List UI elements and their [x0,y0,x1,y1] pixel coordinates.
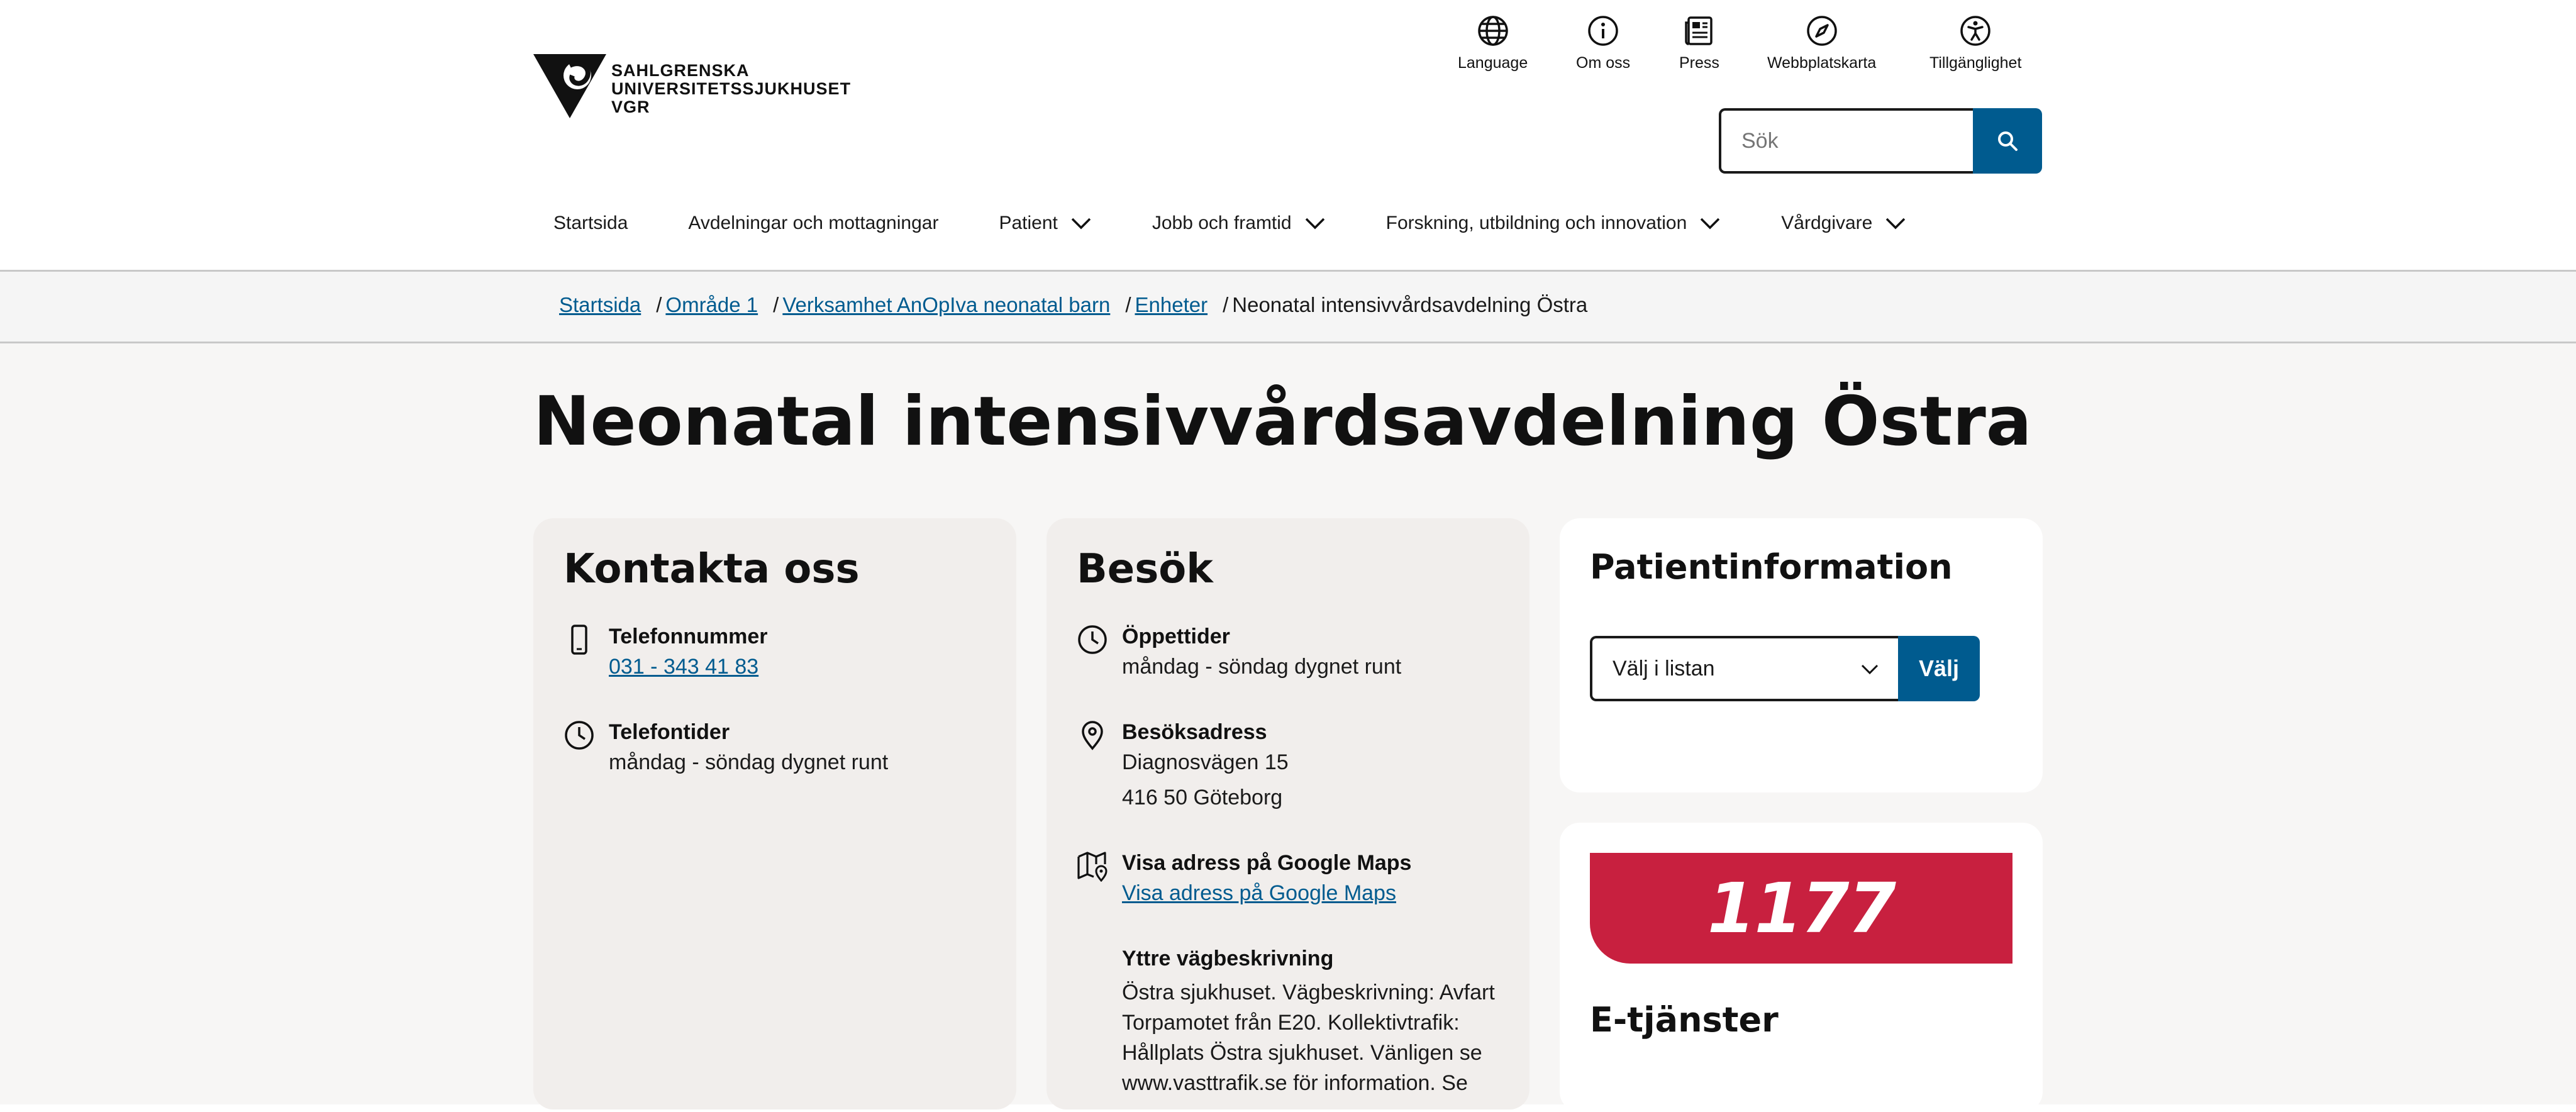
address-line-1: Diagnosvägen 15 [1122,750,1289,774]
clock-icon [1078,625,1107,654]
directions-label: Yttre vägbeskrivning [1122,947,1334,970]
address-info: Besöksadress Diagnosvägen 15 416 50 Göte… [1077,720,1289,815]
nav-item-label: Startsida [553,213,628,233]
phone-info: Telefonnummer 031 - 343 41 83 [564,624,768,684]
breadcrumb-link-enheter[interactable]: Enheter [1135,293,1208,317]
globe-icon [1477,16,1508,46]
address-line-2: 416 50 Göteborg [1122,786,1283,809]
hours-label: Öppettider [1122,625,1230,648]
directions-line-3: Hållplats Östra sjukhuset. Vänligen se [1122,1041,1482,1065]
site-header: SAHLGRENSKA UNIVERSITETSSJUKHUSET VGR La… [0,0,2576,272]
google-maps-link[interactable]: Visa adress på Google Maps [1122,881,1396,905]
patient-info-heading: Patientinformation [1590,547,1953,587]
chevron-down-icon [1305,218,1324,230]
breadcrumb-separator: / [773,293,779,316]
chevron-down-icon [1701,218,1720,230]
valj-button[interactable]: Välj [1898,636,1980,701]
utility-webbplatskarta-label: Webbplatskarta [1767,54,1877,72]
select-value: Välj i listan [1613,656,1715,681]
phone-times-label: Telefontider [609,720,730,744]
nav-item-label: Patient [999,213,1058,233]
search-form [1719,108,2042,174]
hours-value: måndag - söndag dygnet runt [1122,655,1402,679]
utility-press-label: Press [1679,54,1719,72]
compass-icon [1806,16,1837,46]
utility-om-oss[interactable]: Om oss [1576,14,1630,72]
breadcrumb-separator: / [656,293,662,316]
nav-item-startsida[interactable]: Startsida [553,213,628,234]
patient-info-card: Patientinformation Välj i listan Välj [1560,518,2043,792]
search-input[interactable] [1719,108,1973,174]
clock-icon [565,721,594,750]
patient-info-select[interactable]: Välj i listan [1590,636,1898,701]
nav-item-label: Forskning, utbildning och innovation [1385,213,1687,233]
1177-banner[interactable]: 1177 [1590,853,2012,964]
accessibility-icon [1960,16,1990,46]
nav-item-jobb[interactable]: Jobb och framtid [1152,213,1326,234]
nav-item-forskning[interactable]: Forskning, utbildning och innovation [1386,213,1721,234]
phone-link[interactable]: 031 - 343 41 83 [609,655,758,679]
logo-line-1: SAHLGRENSKA [611,61,750,80]
nav-item-avdelningar[interactable]: Avdelningar och mottagningar [688,213,938,234]
logo-mark-icon [533,54,606,118]
hours-info: Öppettider måndag - söndag dygnet runt [1077,624,1401,684]
utility-webbplatskarta[interactable]: Webbplatskarta [1767,14,1876,72]
page-title: Neonatal intensivvårdsavdelning Östra [533,382,2032,461]
nav-item-label: Vårdgivare [1781,213,1873,233]
address-label: Besöksadress [1122,720,1267,744]
breadcrumb-link-verksamhet[interactable]: Verksamhet AnOpIva neonatal barn [782,293,1110,317]
utility-om-oss-label: Om oss [1576,54,1631,72]
directions-line-1: Östra sjukhuset. Vägbeskrivning: Avfart [1122,981,1495,1004]
phone-times-info: Telefontider måndag - söndag dygnet runt [564,720,888,780]
utility-tillganglighet[interactable]: Tillgänglighet [1929,14,2021,72]
chevron-down-icon [1886,218,1906,230]
contact-heading: Kontakta oss [564,546,860,592]
utility-tillganglighet-label: Tillgänglighet [1929,54,2022,72]
search-icon [1998,131,2018,151]
nav-item-vardgivare[interactable]: Vårdgivare [1781,213,1906,234]
utility-press[interactable]: Press [1679,14,1719,72]
mobile-phone-icon [571,625,587,655]
maps-info: Visa adress på Google Maps Visa adress p… [1077,850,1411,911]
breadcrumb-current: Neonatal intensivvårdsavdelning Östra [1232,293,1588,316]
map-icon [1077,852,1108,882]
chevron-down-icon [1071,218,1091,230]
breadcrumb: Startsida / Område 1 / Verksamhet AnOpIv… [0,272,2576,343]
directions-line-4: www.vasttrafik.se för information. Se [1122,1071,1468,1095]
phone-times-value: måndag - söndag dygnet runt [609,750,889,774]
visit-heading: Besök [1077,546,1213,592]
e-services-heading: E-tjänster [1590,1000,1779,1040]
directions-info: Yttre vägbeskrivning Östra sjukhuset. Vä… [1077,946,1495,1098]
e-services-card: 1177 E-tjänster [1560,823,2043,1112]
chevron-down-icon [1861,664,1879,675]
breadcrumb-separator: / [1125,293,1131,316]
phone-label: Telefonnummer [609,625,768,648]
map-pin-icon [1082,721,1103,750]
nav-item-label: Avdelningar och mottagningar [688,213,939,233]
breadcrumb-separator: / [1223,293,1229,316]
nav-item-label: Jobb och framtid [1152,213,1292,233]
logo-line-3: VGR [611,97,650,116]
site-logo[interactable]: SAHLGRENSKA UNIVERSITETSSJUKHUSET VGR [533,54,851,118]
breadcrumb-link-startsida[interactable]: Startsida [559,293,641,317]
visit-card: Besök Öppettider måndag - söndag dygnet … [1046,518,1530,1109]
utility-language-label: Language [1458,54,1528,72]
main-content: Neonatal intensivvårdsavdelning Östra Ko… [0,343,2576,1112]
maps-label: Visa adress på Google Maps [1122,851,1412,875]
info-icon [1588,16,1618,46]
logo-line-2: UNIVERSITETSSJUKHUSET [611,79,852,98]
breadcrumb-link-omrade[interactable]: Område 1 [665,293,758,317]
contact-card: Kontakta oss Telefonnummer 031 - 343 41 … [533,518,1016,1109]
nav-item-patient[interactable]: Patient [999,213,1091,234]
newspaper-icon [1685,16,1713,45]
search-button[interactable] [1973,108,2042,174]
directions-line-2: Torpamotet från E20. Kollektivtrafik: [1122,1011,1460,1035]
main-nav: Startsida Avdelningar och mottagningar P… [553,213,1967,234]
utility-language[interactable]: Language [1458,14,1528,72]
